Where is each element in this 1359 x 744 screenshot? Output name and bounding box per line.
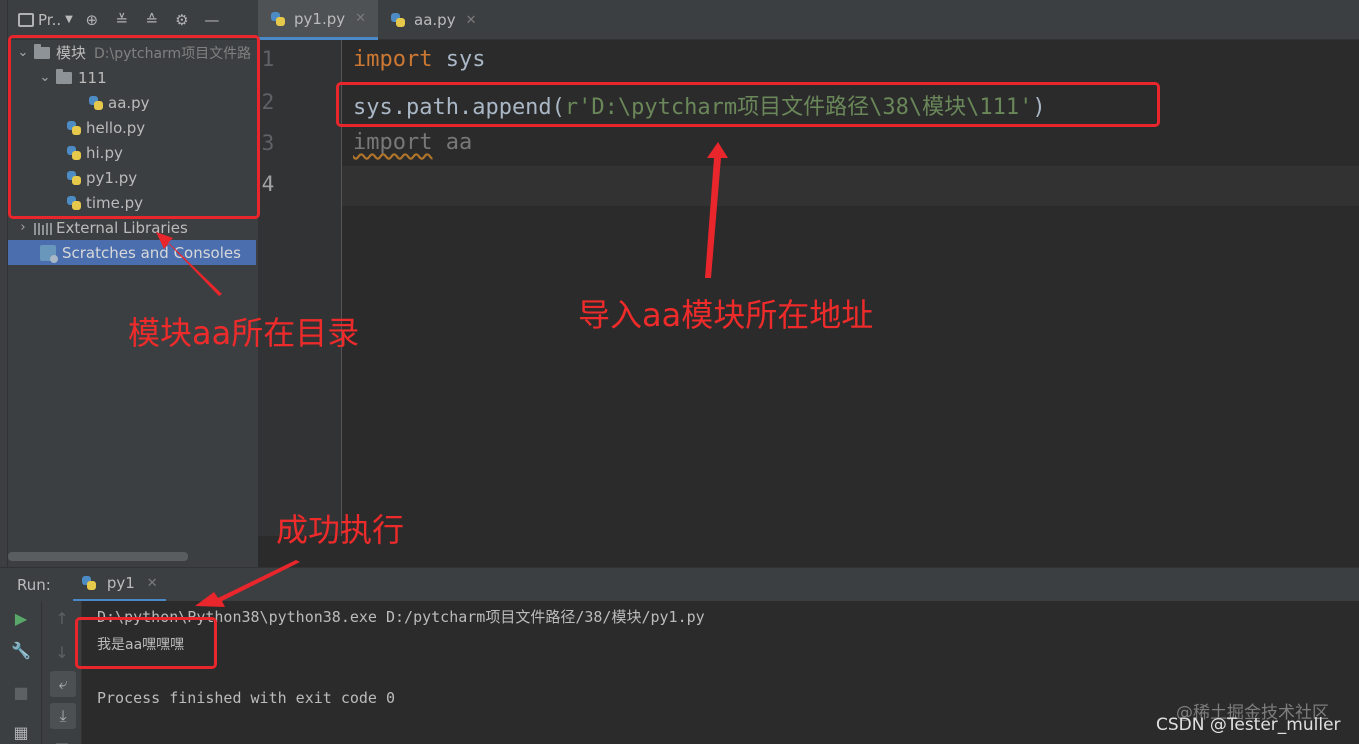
chevron-right-icon[interactable]: › — [16, 220, 30, 235]
stop-icon[interactable]: ■ — [8, 679, 34, 705]
tab-label: py1.py — [294, 9, 346, 28]
left-tool-strip — [0, 0, 8, 570]
tree-item-label: Scratches and Consoles — [62, 243, 241, 262]
code-line-3[interactable]: import aa — [353, 130, 472, 155]
annotation-success: 成功执行 — [276, 511, 405, 549]
watermark-csdn: CSDN @Tester_muller — [1156, 715, 1341, 735]
minimize-icon[interactable]: — — [201, 9, 223, 31]
layout-icon[interactable]: ▦ — [8, 719, 34, 744]
rerun-icon[interactable]: ▶ — [8, 605, 34, 631]
line-number: 2 — [261, 90, 275, 114]
wrench-icon[interactable]: 🔧 — [8, 637, 34, 663]
python-icon — [81, 575, 97, 591]
annotation-import-path: 导入aa模块所在地址 — [578, 296, 874, 334]
project-panel-icon — [18, 12, 34, 27]
expand-all-icon[interactable]: ≚ — [111, 9, 133, 31]
code-text: sys — [432, 47, 486, 72]
arrow-down-icon[interactable]: ↓ — [49, 639, 75, 665]
scroll-to-end-icon[interactable]: ⤓ — [50, 703, 76, 729]
editor-tab-bar: py1.py ✕ aa.py ✕ — [258, 0, 1359, 40]
console-exit-line: Process finished with exit code 0 — [97, 689, 396, 707]
run-toolbar-left: ▶ 🔧 ■ ▦ — [0, 601, 42, 744]
soft-wrap-icon[interactable]: ⤶ — [50, 671, 76, 697]
keyword: import — [353, 47, 433, 72]
annotation-box-output — [75, 617, 217, 669]
library-icon — [34, 221, 52, 235]
gear-icon[interactable]: ⚙ — [171, 9, 193, 31]
tab-py1[interactable]: py1.py ✕ — [258, 0, 379, 40]
annotation-box-import-path — [336, 82, 1160, 127]
dropdown-icon: ▼ — [65, 14, 73, 25]
line-number: 3 — [261, 131, 275, 155]
scratches-icon — [40, 244, 58, 263]
keyword-unused: import — [353, 130, 433, 155]
run-tab-py1[interactable]: py1 ✕ — [72, 568, 166, 602]
tree-item-label: External Libraries — [56, 218, 188, 237]
python-file-icon — [390, 12, 406, 28]
project-toolbar: Pr.. ▼ ⊕ ≚ ≙ ⚙ — — [8, 0, 258, 40]
locate-icon[interactable]: ⊕ — [81, 9, 103, 31]
close-icon[interactable]: ✕ — [147, 576, 158, 591]
project-view-selector[interactable]: Pr.. ▼ — [18, 11, 73, 29]
run-tab-label: py1 — [106, 574, 135, 592]
code-text: aa — [432, 130, 473, 155]
project-view-title: Pr.. — [38, 10, 62, 29]
current-line-highlight — [342, 166, 1359, 206]
line-number: 1 — [261, 47, 275, 71]
python-file-icon — [270, 11, 286, 27]
tree-item-scratches[interactable]: Scratches and Consoles — [8, 240, 256, 265]
horizontal-scrollbar[interactable] — [8, 552, 188, 561]
code-line-1[interactable]: import sys — [353, 47, 485, 72]
line-number: 4 — [261, 172, 275, 196]
editor-bottom-strip — [258, 536, 1359, 567]
arrow-up-icon[interactable]: ↑ — [49, 605, 75, 631]
run-panel-header: Run: py1 ✕ — [0, 567, 1359, 602]
annotation-box-module-dir — [8, 35, 260, 219]
line-number-gutter: 1 2 3 4 — [258, 40, 342, 536]
close-icon[interactable]: ✕ — [466, 13, 477, 28]
tab-aa[interactable]: aa.py ✕ — [378, 0, 488, 40]
collapse-all-icon[interactable]: ≙ — [141, 9, 163, 31]
close-icon[interactable]: ✕ — [355, 11, 366, 26]
run-label: Run: — [17, 575, 51, 594]
tab-label: aa.py — [414, 11, 456, 29]
annotation-module-dir: 模块aa所在目录 — [128, 314, 360, 352]
print-icon[interactable]: ▬ — [49, 731, 75, 744]
